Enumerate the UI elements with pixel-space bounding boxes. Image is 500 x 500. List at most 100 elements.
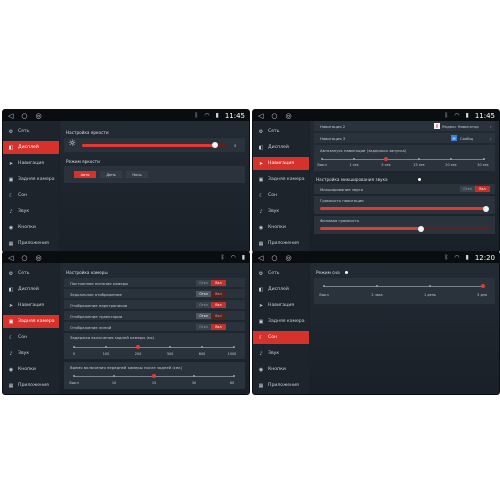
signal-icon: ▮	[241, 254, 245, 261]
parktronic-toggle[interactable]: Откл Вкл	[196, 301, 226, 308]
buttons-icon: ◉	[8, 366, 14, 373]
info-icon[interactable]	[418, 178, 421, 181]
home-icon[interactable]: ○	[21, 112, 27, 120]
sound-icon: ♪	[259, 350, 263, 357]
sidebar-item-apps[interactable]: ▦ Приложения	[253, 379, 309, 392]
sidebar-item-rear-camera[interactable]: ▣ Задняя камера	[253, 173, 309, 186]
rear-delay-knob[interactable]	[136, 345, 140, 349]
sidebar-item-rear-camera[interactable]: ▣ Задняя камера	[3, 315, 59, 328]
sidebar-item-rear-camera[interactable]: ▣ Задняя камера	[253, 315, 309, 328]
bg-volume-knob[interactable]	[418, 225, 424, 232]
nav3-app[interactable]: Сообщ	[460, 136, 473, 141]
navigation-icon: ➤	[8, 302, 14, 309]
home-icon[interactable]: ○	[271, 254, 277, 262]
sidebar-item-buttons[interactable]: ◉ Кнопки	[3, 363, 59, 376]
back-icon[interactable]: ◁	[8, 112, 13, 120]
brightness-title: Настройка яркости	[66, 130, 109, 135]
lines-toggle[interactable]: Откл Вкл	[196, 323, 226, 330]
buttons-icon: ◉	[8, 224, 14, 231]
camera-row-label: Зеркальное отображение	[70, 291, 122, 297]
sidebar-item-display[interactable]: ◧ Дисплей	[3, 141, 59, 154]
tick-label: 10	[111, 381, 117, 385]
navigation-icon: ➤	[8, 160, 14, 167]
mode-day-button[interactable]: День	[100, 171, 122, 178]
tick-label: 1 сек	[349, 163, 359, 167]
sidebar-item-navigation[interactable]: ➤ Навигация	[3, 157, 59, 170]
wifi-icon: ◠	[454, 254, 460, 261]
recent-apps-icon[interactable]: ◎	[36, 112, 42, 120]
sidebar-item-display[interactable]: ◧ Дисплей	[253, 283, 309, 296]
home-icon[interactable]: ○	[21, 254, 27, 262]
nav2-app[interactable]: Яндекс Навигатор	[442, 124, 479, 129]
nav-volume-label: Громкость навигации	[320, 198, 364, 203]
tick-label: 200	[134, 352, 142, 356]
sidebar-item-apps[interactable]: ▦ Приложения	[3, 379, 59, 392]
autostart-slider-knob[interactable]	[384, 157, 388, 161]
sidebar-item-display[interactable]: ◧ Дисплей	[253, 141, 309, 154]
tick-label: 0	[72, 352, 76, 356]
tick-label: 20 сек	[445, 163, 457, 167]
sleep-slider-knob[interactable]	[481, 284, 485, 288]
settings-sidebar: ⚙ Сеть ◧ Дисплей ➤ Навигация ▣ Задняя камера…	[3, 121, 59, 252]
buttons-icon: ◉	[258, 366, 264, 373]
front-time-knob[interactable]	[152, 374, 156, 378]
sleep-slider[interactable]	[324, 286, 484, 287]
sidebar-item-navigation[interactable]: ➤ Навигация	[253, 299, 309, 312]
sidebar-item-display[interactable]: ◧ Дисплей	[3, 283, 59, 296]
apps-icon: ▦	[258, 382, 264, 389]
mix-toggle[interactable]: Откл Вкл	[460, 186, 490, 192]
mode-auto-button[interactable]: Авто	[74, 171, 96, 178]
navigation-content: Навигация 2 Я Яндекс Навигатор › Навигац…	[310, 121, 499, 252]
recent-apps-icon[interactable]: ◎	[36, 254, 42, 262]
sidebar-item-navigation[interactable]: ➤ Навигация	[253, 157, 309, 170]
mirror-toggle[interactable]: Откл Вкл	[196, 290, 226, 297]
display-icon: ◧	[258, 286, 264, 293]
sidebar-item-buttons[interactable]: ◉ Кнопки	[253, 363, 309, 376]
sidebar-item-network[interactable]: ⚙ Сеть	[253, 125, 309, 138]
sidebar-item-sleep[interactable]: ☾ Сон	[253, 331, 309, 344]
tick-label: Выкл	[69, 381, 79, 385]
sidebar-item-sound[interactable]: ♪ Звук	[3, 347, 59, 360]
nav-volume-knob[interactable]	[483, 205, 489, 212]
sidebar-item-sound[interactable]: ♪ Звук	[253, 347, 309, 360]
camera-row-label: Отображение линий	[70, 324, 112, 330]
bluetooth-icon: ᛒ	[194, 112, 199, 119]
sidebar-item-network[interactable]: ⚙ Сеть	[253, 267, 309, 280]
rear-delay-slider[interactable]	[74, 347, 234, 348]
trajectory-toggle[interactable]: Откл Вкл	[196, 312, 226, 319]
back-icon[interactable]: ◁	[8, 254, 13, 262]
settings-sidebar: ⚙ Сеть ◧ Дисплей ➤ Навигация ▣ Задняя камера…	[253, 121, 309, 252]
sidebar-item-sleep[interactable]: ☾ Сон	[3, 189, 59, 202]
sidebar-item-rear-camera[interactable]: ▣ Задняя камера	[3, 173, 59, 186]
sidebar-item-network[interactable]: ⚙ Сеть	[3, 267, 59, 280]
display-icon: ◧	[258, 144, 264, 151]
navigation-icon: ➤	[258, 302, 264, 309]
chevron-right-icon[interactable]: ›	[490, 136, 492, 141]
bluetooth-icon: ᛒ	[444, 112, 449, 119]
sidebar-item-sound[interactable]: ♪ Звук	[253, 205, 309, 218]
sidebar-item-sound[interactable]: ♪ Звук	[3, 205, 59, 218]
tick-label: 600	[198, 352, 206, 356]
back-icon[interactable]: ◁	[258, 254, 263, 262]
mix-row-label: Микширование звука	[320, 187, 363, 192]
home-icon[interactable]: ○	[271, 112, 277, 120]
recent-apps-icon[interactable]: ◎	[286, 254, 292, 262]
sidebar-item-sleep[interactable]: ☾ Сон	[253, 189, 309, 202]
sidebar-item-navigation[interactable]: ➤ Навигация	[3, 299, 59, 312]
info-icon[interactable]	[345, 271, 348, 274]
sidebar-item-apps[interactable]: ▦ Приложения	[253, 237, 309, 250]
sidebar-item-sleep[interactable]: ☾ Сон	[3, 331, 59, 344]
camera-power-toggle[interactable]: Откл Вкл	[196, 279, 226, 286]
sidebar-item-buttons[interactable]: ◉ Кнопки	[253, 221, 309, 234]
sidebar-item-network[interactable]: ⚙ Сеть	[3, 125, 59, 138]
sidebar-item-apps[interactable]: ▦ Приложения	[3, 237, 59, 250]
autostart-slider[interactable]	[322, 159, 485, 160]
brightness-slider-knob[interactable]	[212, 142, 218, 148]
mode-night-button[interactable]: Ночь	[126, 171, 148, 178]
chevron-right-icon[interactable]: ›	[490, 124, 492, 129]
back-icon[interactable]: ◁	[258, 112, 263, 120]
signal-icon: ▮	[215, 112, 219, 119]
sleep-title: Режим сна	[316, 270, 340, 275]
sidebar-item-buttons[interactable]: ◉ Кнопки	[3, 221, 59, 234]
recent-apps-icon[interactable]: ◎	[286, 112, 292, 120]
